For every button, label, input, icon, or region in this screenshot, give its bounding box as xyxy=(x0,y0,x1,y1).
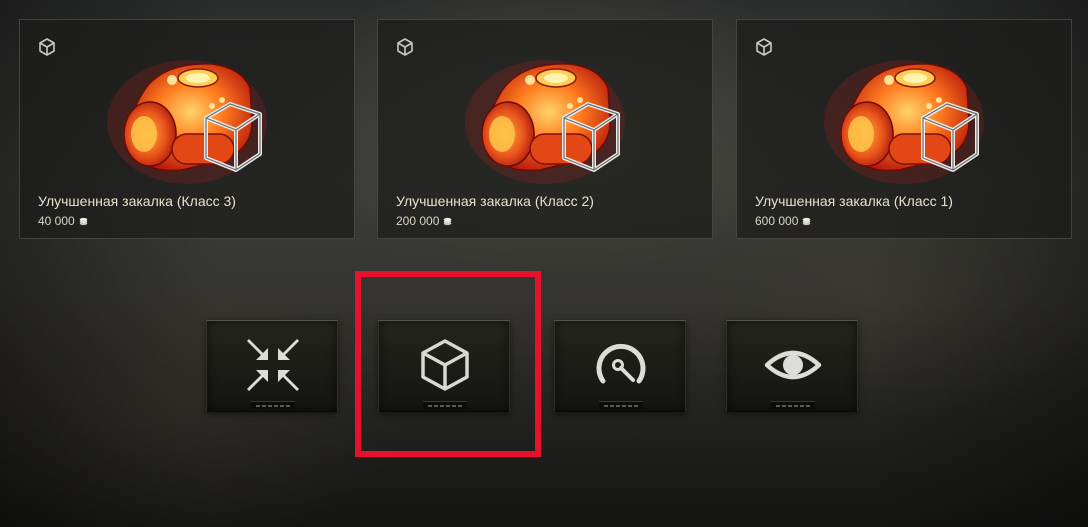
improved-hardening-equipment-image xyxy=(824,60,984,184)
equipment-card-class-2[interactable]: Улучшенная закалка (Класс 2) 200 000 xyxy=(377,19,713,239)
improved-hardening-equipment-image xyxy=(107,60,267,184)
card-title: Улучшенная закалка (Класс 3) xyxy=(38,193,236,209)
filter-button-firepower[interactable] xyxy=(206,320,338,412)
card-price: 200 000 xyxy=(396,214,452,228)
cube-outline-icon xyxy=(39,38,55,56)
eye-icon xyxy=(764,350,822,380)
price-value: 200 000 xyxy=(396,214,440,228)
card-price: 600 000 xyxy=(755,214,811,228)
filter-button-camouflage[interactable] xyxy=(726,320,858,412)
cube-outline-icon xyxy=(397,38,413,56)
card-price: 40 000 xyxy=(38,214,88,228)
selection-highlight-frame xyxy=(355,271,541,457)
credits-icon xyxy=(79,217,88,225)
equipment-card-class-3[interactable]: Улучшенная закалка (Класс 3) 40 000 xyxy=(19,19,355,239)
equipment-screen: Улучшенная закалка (Класс 3) 40 000 Улуч… xyxy=(0,0,1088,527)
price-value: 40 000 xyxy=(38,214,75,228)
gauge-icon xyxy=(596,343,646,384)
filter-button-mobility[interactable] xyxy=(554,320,686,412)
card-title: Улучшенная закалка (Класс 2) xyxy=(396,193,594,209)
filter-indicator xyxy=(251,401,295,409)
filter-indicator xyxy=(771,401,815,409)
card-title: Улучшенная закалка (Класс 1) xyxy=(755,193,953,209)
cube-outline-icon xyxy=(756,38,772,56)
improved-hardening-equipment-image xyxy=(465,60,625,184)
equipment-card-class-1[interactable]: Улучшенная закалка (Класс 1) 600 000 xyxy=(736,19,1072,239)
credits-icon xyxy=(803,217,811,225)
price-value: 600 000 xyxy=(755,214,799,228)
filter-indicator xyxy=(599,401,643,409)
arrows-inward-icon xyxy=(247,339,299,391)
credits-icon xyxy=(444,217,452,225)
